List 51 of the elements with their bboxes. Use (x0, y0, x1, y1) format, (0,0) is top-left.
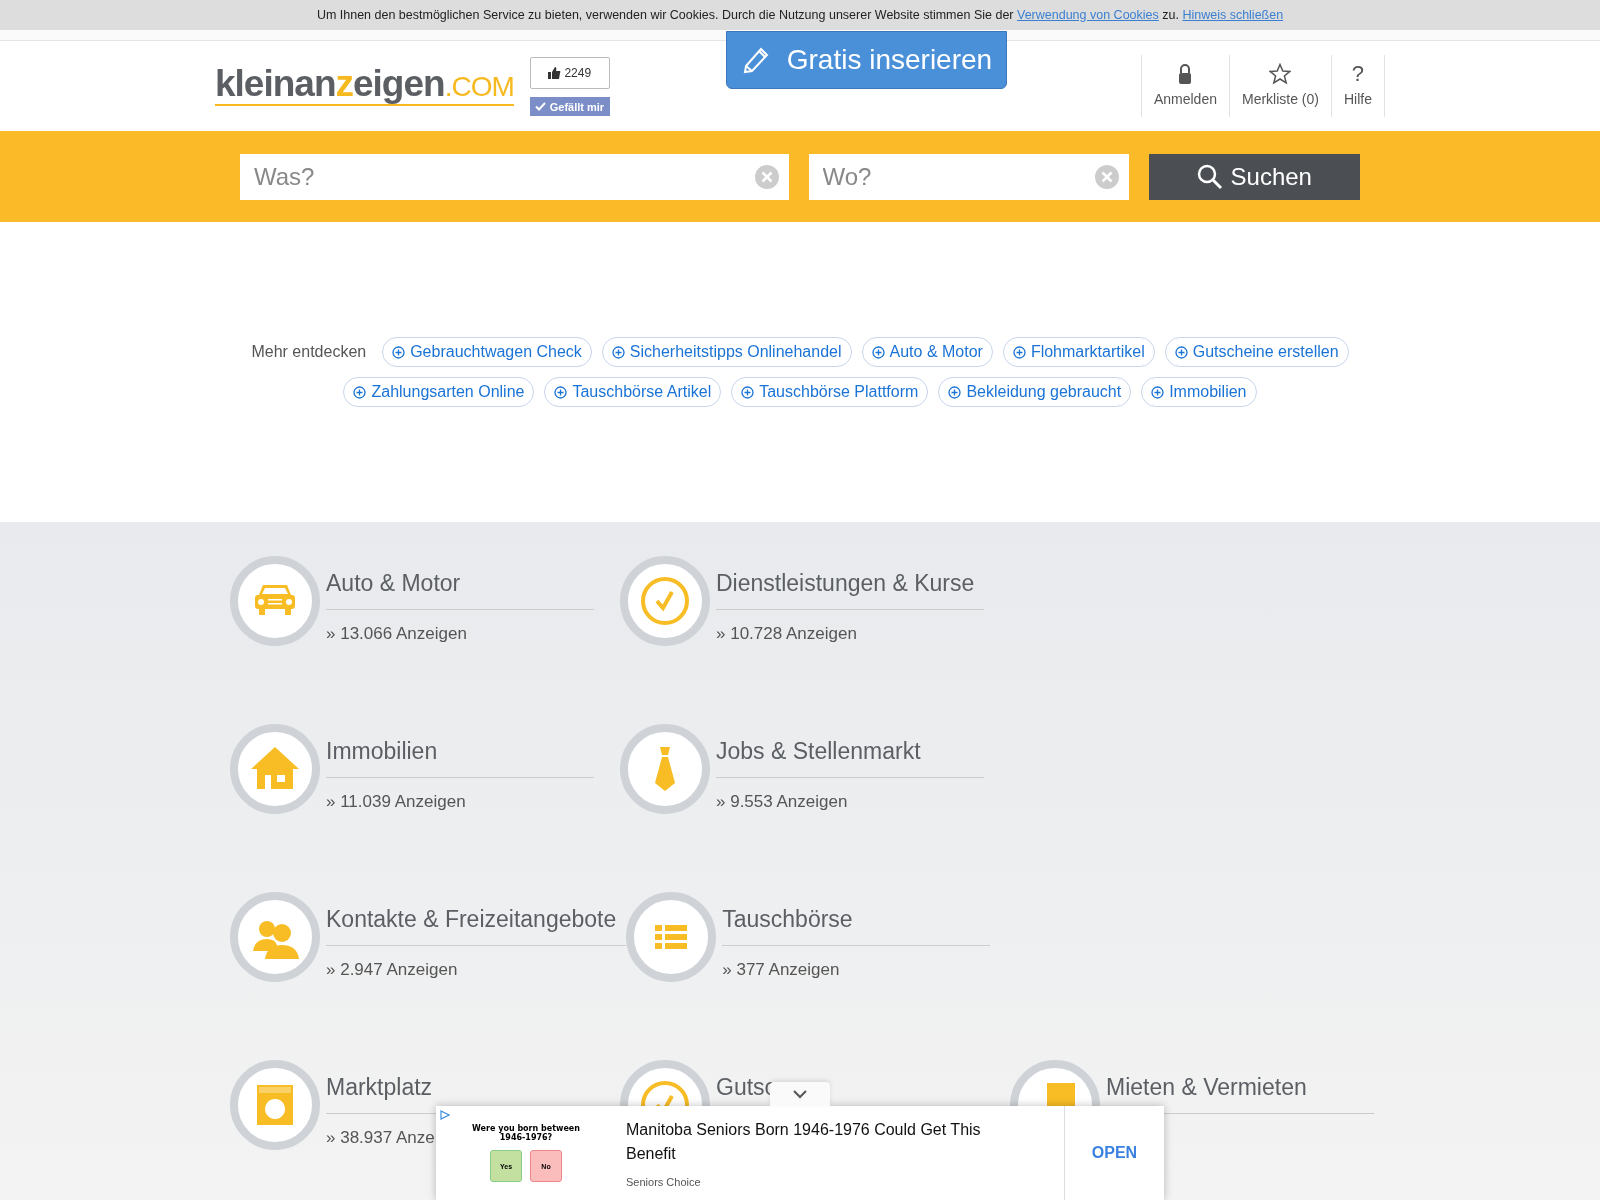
post-ad-button[interactable]: Gratis inserieren (725, 31, 1008, 89)
plus-circle-icon (353, 385, 367, 399)
lock-icon (1177, 63, 1194, 85)
location-field[interactable]: Wo? (808, 153, 1129, 200)
advertiser-name: Seniors Choice (626, 1176, 702, 1188)
dismiss-link[interactable]: Hinweis schließen (1182, 8, 1284, 22)
listing-count: » 9.553 Anzeigen (716, 792, 848, 812)
category-link[interactable]: Auto & Motor (326, 570, 594, 610)
category-link[interactable]: Dienstleistungen & Kurse (716, 570, 985, 610)
help-icon: ? (1351, 63, 1365, 85)
plus-circle-icon (1174, 345, 1188, 359)
listing-count: » 2.947 Anzeigen (326, 960, 458, 980)
search-button[interactable]: Suchen (1148, 153, 1360, 200)
like-button[interactable]: Gefällt mir (529, 97, 610, 116)
plus-circle-icon (871, 345, 885, 359)
plus-circle-icon (741, 385, 755, 399)
plus-circle-icon (948, 385, 962, 399)
nav-item[interactable]: Anmelden (1140, 55, 1229, 117)
ad-question: Were you born between 1946-1976? (471, 1124, 581, 1142)
plus-circle-icon (554, 385, 568, 399)
category-link[interactable]: Jobs & Stellenmarkt (716, 738, 984, 778)
listing-count: » 13.066 Anzeigen (326, 624, 467, 644)
chevron-down-icon (792, 1089, 808, 1099)
plus-circle-icon (1012, 345, 1026, 359)
plus-circle-icon (1151, 385, 1165, 399)
discover-label: Mehr entdecken (251, 343, 367, 361)
clear-icon[interactable] (1094, 164, 1119, 189)
plus-circle-icon (392, 345, 406, 359)
logo[interactable]: kleinanzeigen.COM (215, 67, 514, 106)
category-link[interactable]: Immobilien (326, 738, 594, 778)
nav-item[interactable]: Merkliste (0) (1228, 55, 1331, 117)
cookie-policy-link[interactable]: Verwendung von Cookies (1017, 8, 1159, 22)
clear-icon[interactable] (754, 164, 779, 189)
like-count: 2249 (529, 57, 610, 89)
thumbs-up-icon (548, 67, 562, 79)
category-link[interactable]: Kontakte & Freizeitangebote (326, 906, 627, 946)
search-icon (1196, 163, 1223, 190)
search-field[interactable]: Was? (240, 153, 789, 200)
plus-circle-icon (611, 345, 625, 359)
ad-choices-icon[interactable] (440, 1110, 450, 1120)
star-icon (1269, 63, 1292, 85)
check-icon (534, 102, 546, 111)
listing-count: » 11.039 Anzeigen (326, 792, 466, 812)
nav-item[interactable]: ? Hilfe (1331, 55, 1385, 117)
open-button[interactable]: OPEN (1064, 1106, 1164, 1200)
listing-count: » 10.728 Anzeigen (716, 624, 857, 644)
ad-headline[interactable]: Manitoba Seniors Born 1946-1976 Could Get This Benefit (626, 1118, 1004, 1166)
cookie-notice: Um Ihnen den bestmöglichen Service zu bieten, verwenden wir Cookies. Durch die Nutzung unserer Website stimmen Sie der Verwendung von Cookies zu. Hinweis schließen (316, 8, 1284, 22)
category-link[interactable]: Tauschbörse (722, 906, 991, 946)
listing-count: » 377 Anzeigen (722, 960, 840, 980)
listing-count: » 38.937 Anze (326, 1128, 435, 1148)
